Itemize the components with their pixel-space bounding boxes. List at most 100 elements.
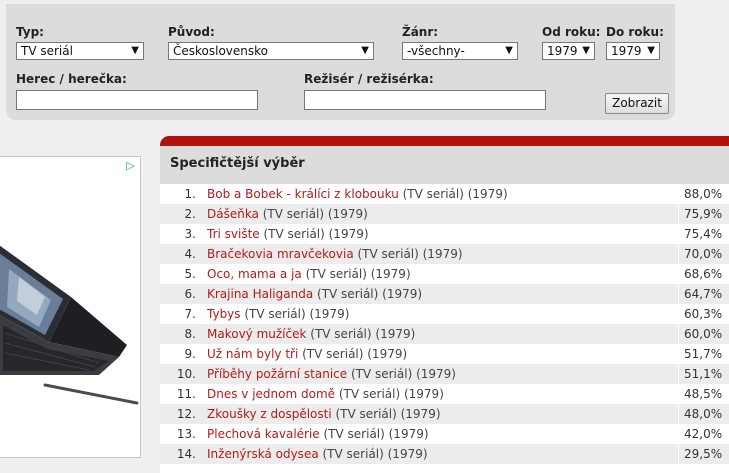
results-list: 1. Bob a Bobek - králíci z klobouku (TV s… — [160, 184, 729, 464]
type-label: Typ: — [16, 25, 44, 39]
laptop-image — [0, 245, 139, 405]
genre-label: Žánr: — [402, 25, 439, 39]
results-title: Specifičtější výběr — [160, 146, 729, 184]
rating-value: 48,5% — [684, 387, 723, 401]
title-meta: (TV seriál) (1979) — [319, 427, 429, 441]
title-link[interactable]: Oco, mama a ja — [207, 267, 302, 281]
rating-value: 64,7% — [684, 287, 723, 301]
column-divider — [678, 204, 679, 224]
list-item: 9. Už nám byly tři (TV seriál) (1979) 51,7… — [160, 344, 729, 364]
title-meta: (TV seriál) (1979) — [335, 387, 444, 401]
column-divider — [678, 224, 679, 244]
list-item-text: Tybys (TV seriál) (1979) — [207, 304, 349, 324]
title-link[interactable]: Dnes v jednom domě — [207, 387, 335, 401]
chevron-down-icon: ▼ — [582, 45, 590, 56]
title-link[interactable]: Bob a Bobek - králíci z klobouku — [207, 187, 399, 201]
rank-number: 4. — [184, 247, 196, 261]
list-item-text: Dášeňka (TV seriál) (1979) — [207, 204, 368, 224]
title-link[interactable]: Makový mužíček — [207, 327, 306, 341]
list-item-text: Tri svište (TV seriál) (1979) — [207, 224, 369, 244]
chevron-down-icon: ▼ — [361, 45, 369, 56]
to-year-value: 1979 — [611, 44, 642, 58]
rank-number: 11. — [176, 387, 196, 401]
list-item-text: Plechová kavalérie (TV seriál) (1979) — [207, 424, 429, 444]
type-select[interactable]: TV seriál ▼ — [16, 42, 144, 60]
ad-banner[interactable]: ▷ — [0, 156, 141, 458]
from-year-label: Od roku: — [542, 25, 601, 39]
title-link[interactable]: Tri svište — [207, 227, 260, 241]
list-item: 11. Dnes v jednom domě (TV seriál) (1979)… — [160, 384, 729, 404]
rank-number: 6. — [184, 287, 196, 301]
rating-value: 29,5% — [684, 447, 723, 461]
title-meta: (TV seriál) (1979) — [318, 447, 428, 461]
chevron-down-icon: ▼ — [131, 45, 139, 56]
list-item-text: Bob a Bobek - králíci z klobouku (TV ser… — [207, 184, 508, 204]
list-item-text: Už nám byly tři (TV seriál) (1979) — [207, 344, 407, 364]
from-year-select[interactable]: 1979 ▼ — [542, 42, 595, 60]
to-year-label: Do roku: — [606, 25, 664, 39]
from-year-value: 1979 — [547, 44, 578, 58]
director-label: Režisér / režisérka: — [304, 72, 434, 86]
origin-select-value: Československo — [173, 44, 269, 58]
rating-value: 48,0% — [684, 407, 723, 421]
list-item-text: Příběhy požární stanice (TV seriál) (197… — [207, 364, 456, 384]
list-item: 1. Bob a Bobek - králíci z klobouku (TV s… — [160, 184, 729, 204]
director-input[interactable] — [304, 90, 546, 110]
rank-number: 10. — [176, 367, 196, 381]
genre-select-value: -všechny- — [407, 44, 465, 58]
title-link[interactable]: Příběhy požární stanice — [207, 367, 347, 381]
list-item: 7. Tybys (TV seriál) (1979) 60,3% — [160, 304, 729, 324]
rating-value: 88,0% — [684, 187, 723, 201]
column-divider — [678, 444, 679, 464]
results-panel: Specifičtější výběr 1. Bob a Bobek - král… — [160, 136, 729, 473]
rank-number: 14. — [176, 447, 196, 461]
title-meta: (TV seriál) (1979) — [306, 327, 416, 341]
list-item-text: Zkoušky z dospělosti (TV seriál) (1979) — [207, 404, 441, 424]
title-meta: (TV seriál) (1979) — [298, 347, 408, 361]
title-link[interactable]: Dášeňka — [207, 207, 259, 221]
results-accent-bar — [160, 136, 729, 146]
rank-number: 8. — [184, 327, 196, 341]
rating-value: 42,0% — [684, 427, 723, 441]
title-link[interactable]: Tybys — [207, 307, 241, 321]
list-item: 13. Plechová kavalérie (TV seriál) (1979)… — [160, 424, 729, 444]
rank-number: 5. — [184, 267, 196, 281]
rating-value: 70,0% — [684, 247, 723, 261]
rating-value: 60,3% — [684, 307, 723, 321]
rating-value: 60,0% — [684, 327, 723, 341]
to-year-select[interactable]: 1979 ▼ — [606, 42, 660, 60]
submit-button[interactable]: Zobrazit — [605, 93, 669, 114]
title-link[interactable]: Inženýrská odysea — [207, 447, 319, 461]
column-divider — [678, 324, 679, 344]
column-divider — [678, 184, 679, 204]
column-divider — [678, 344, 679, 364]
list-item: 3. Tri svište (TV seriál) (1979) 75,4% — [160, 224, 729, 244]
title-meta: (TV seriál) (1979) — [240, 307, 350, 321]
rank-number: 2. — [184, 207, 196, 221]
title-meta: (TV seriál) (1979) — [301, 267, 411, 281]
list-item: 4. Bračekovia mravčekovia (TV seriál) (19… — [160, 244, 729, 264]
rating-value: 51,7% — [684, 347, 723, 361]
list-item-text: Krajina Haliganda (TV seriál) (1979) — [207, 284, 422, 304]
rank-number: 12. — [176, 407, 196, 421]
list-item-text: Inženýrská odysea (TV seriál) (1979) — [207, 444, 428, 464]
list-item: 10. Příběhy požární stanice (TV seriál) (… — [160, 364, 729, 384]
ad-choices-icon[interactable]: ▷ — [122, 158, 139, 173]
title-link[interactable]: Krajina Haliganda — [207, 287, 313, 301]
column-divider — [678, 384, 679, 404]
title-meta: (TV seriál) (1979) — [313, 287, 423, 301]
type-select-value: TV seriál — [21, 44, 73, 58]
title-link[interactable]: Už nám byly tři — [207, 347, 298, 361]
origin-label: Původ: — [168, 25, 215, 39]
title-link[interactable]: Bračekovia mravčekovia — [207, 247, 354, 261]
title-link[interactable]: Plechová kavalérie — [207, 427, 320, 441]
genre-select[interactable]: -všechny- ▼ — [402, 42, 518, 60]
chevron-down-icon: ▼ — [505, 45, 513, 56]
title-meta: (TV seriál) (1979) — [258, 207, 368, 221]
origin-select[interactable]: Československo ▼ — [168, 42, 374, 60]
column-divider — [678, 364, 679, 384]
title-link[interactable]: Zkoušky z dospělosti — [207, 407, 332, 421]
title-meta: (TV seriál) (1979) — [353, 247, 463, 261]
actor-input[interactable] — [16, 90, 258, 110]
column-divider — [678, 264, 679, 284]
